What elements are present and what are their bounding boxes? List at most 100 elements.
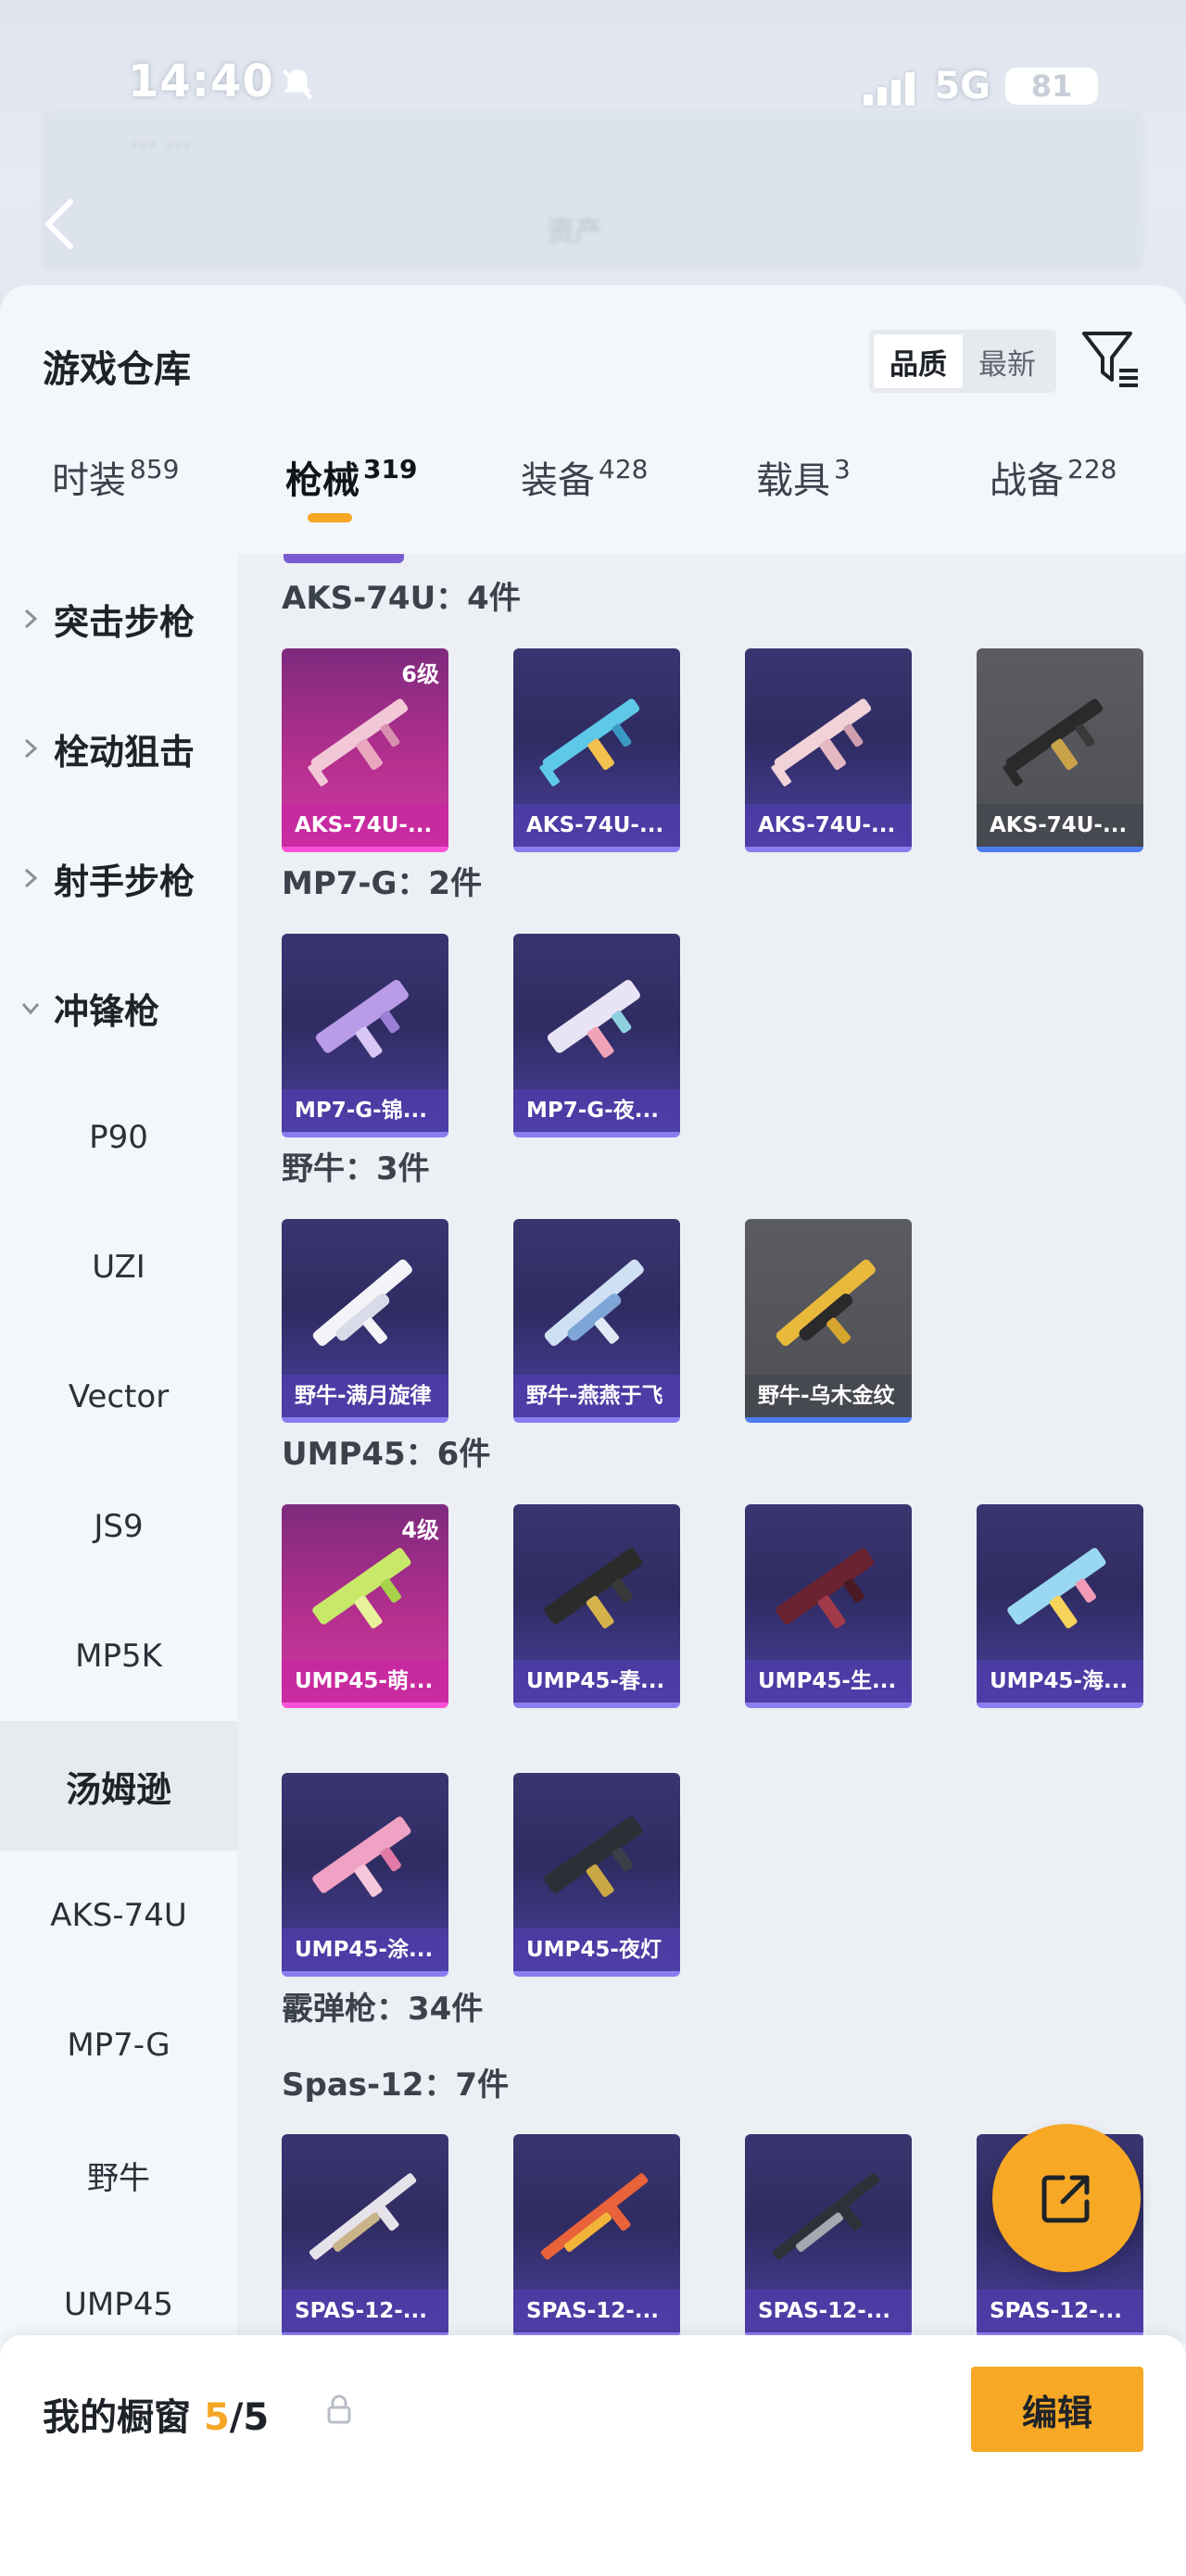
skin-card-label: AKS-74U-... bbox=[977, 804, 1143, 847]
shotgun-icon bbox=[540, 2173, 649, 2260]
smg-icon bbox=[312, 1548, 411, 1628]
skin-card[interactable]: MP7-G-夜... bbox=[513, 934, 680, 1137]
back-arrow-icon[interactable] bbox=[41, 196, 78, 252]
sidebar-item-aks74u[interactable]: AKS-74U bbox=[0, 1851, 237, 1980]
sidebar-item-vector[interactable]: Vector bbox=[0, 1332, 237, 1462]
chevron-down-icon bbox=[21, 1003, 40, 1015]
skin-card[interactable]: SPAS-12-... bbox=[513, 2134, 680, 2338]
sidebar-cat-assault-rifle[interactable]: 突击步枪 bbox=[0, 554, 237, 684]
filter-icon[interactable] bbox=[1079, 326, 1143, 391]
tab-gear[interactable]: 战备 228 bbox=[990, 450, 1117, 535]
chevron-right-icon bbox=[24, 868, 38, 888]
skin-card-label: UMP45-春... bbox=[513, 1660, 680, 1703]
skin-card[interactable]: SPAS-12-... bbox=[282, 2134, 448, 2338]
shotgun-icon bbox=[309, 2173, 417, 2260]
smg-icon bbox=[547, 979, 640, 1058]
skin-card-label: SPAS-12-... bbox=[513, 2290, 680, 2332]
showcase-title: 我的橱窗 5/5 bbox=[43, 2396, 270, 2439]
smg-icon bbox=[315, 979, 409, 1058]
rifle-icon bbox=[539, 698, 640, 786]
skin-card-label: UMP45-夜灯 bbox=[513, 1929, 680, 1971]
tab-equipment[interactable]: 装备 428 bbox=[521, 450, 648, 535]
lock-icon bbox=[327, 2394, 351, 2424]
skin-card-label: AKS-74U-... bbox=[282, 804, 448, 847]
skin-card[interactable]: UMP45-生... bbox=[745, 1504, 912, 1708]
skin-card-label: UMP45-生... bbox=[745, 1660, 912, 1703]
status-right-group: 5G 81 bbox=[864, 65, 1098, 107]
smg-icon bbox=[312, 1816, 411, 1897]
smg-icon bbox=[1007, 1548, 1106, 1628]
skin-card[interactable]: 6级 AKS-74U-... bbox=[282, 648, 448, 852]
skin-card[interactable]: UMP45-夜灯 bbox=[513, 1773, 680, 1977]
share-fab-button[interactable] bbox=[992, 2124, 1141, 2272]
skin-card-label: MP7-G-锦... bbox=[282, 1089, 448, 1132]
chevron-right-icon bbox=[24, 609, 38, 629]
skin-card-label: 野牛-燕燕于飞 bbox=[513, 1375, 680, 1417]
sidebar-item-mp7g[interactable]: MP7-G bbox=[0, 1980, 237, 2110]
smg-icon bbox=[312, 1259, 412, 1346]
group-title-bizon: 野牛：3件 bbox=[282, 1150, 430, 1187]
skin-card-label: AKS-74U-... bbox=[513, 804, 680, 847]
share-export-icon bbox=[1041, 2175, 1090, 2223]
skin-card[interactable]: MP7-G-锦... bbox=[282, 934, 448, 1137]
sidebar-item-js9[interactable]: JS9 bbox=[0, 1462, 237, 1591]
smg-icon bbox=[544, 1548, 643, 1628]
skin-card[interactable]: 野牛-燕燕于飞 bbox=[513, 1219, 680, 1423]
smg-icon bbox=[544, 1816, 643, 1897]
skin-card[interactable]: SPAS-12-... bbox=[745, 2134, 912, 2338]
group-title-aks74u: AKS-74U：4件 bbox=[282, 580, 521, 617]
sidebar-item-bizon[interactable]: 野牛 bbox=[0, 2110, 237, 2240]
smg-icon bbox=[544, 1259, 644, 1346]
skin-card-label: 野牛-满月旋律 bbox=[282, 1375, 448, 1417]
tab-firearms[interactable]: 枪械 319 bbox=[285, 450, 417, 535]
group-title-ump45: UMP45：6件 bbox=[282, 1436, 491, 1473]
showcase-count-current: 5 bbox=[203, 2396, 230, 2439]
sidebar-item-p90[interactable]: P90 bbox=[0, 1073, 237, 1202]
sidebar-item-thompson[interactable]: 汤姆逊 bbox=[0, 1721, 237, 1851]
weapon-category-sidebar: 突击步枪 栓动狙击 射手步枪 冲锋枪 P90 UZI Vector JS9 MP… bbox=[0, 554, 237, 2342]
rifle-icon bbox=[308, 698, 409, 786]
skin-card-label: MP7-G-夜... bbox=[513, 1089, 680, 1132]
skin-card-label: SPAS-12-... bbox=[745, 2290, 912, 2332]
group-title-mp7g: MP7-G：2件 bbox=[282, 865, 483, 902]
weapon-skin-list: AKS-74U：4件 6级 AKS-74U-... AKS-74U-... AK… bbox=[237, 554, 1186, 2342]
edit-button[interactable]: 编辑 bbox=[971, 2367, 1143, 2452]
battery-indicator: 81 bbox=[1005, 68, 1098, 105]
sort-by-quality[interactable]: 品质 bbox=[874, 334, 963, 388]
skin-card-label: SPAS-12-... bbox=[282, 2290, 448, 2332]
skin-card[interactable]: UMP45-涂... bbox=[282, 1773, 448, 1977]
showcase-count-total: /5 bbox=[229, 2396, 270, 2439]
skin-card-label: 野牛-乌木金纹 bbox=[745, 1375, 912, 1417]
skin-card[interactable]: UMP45-春... bbox=[513, 1504, 680, 1708]
skin-card[interactable]: AKS-74U-... bbox=[745, 648, 912, 852]
tab-fashion[interactable]: 时装 859 bbox=[52, 450, 179, 535]
smg-icon bbox=[776, 1548, 875, 1628]
skin-card[interactable]: 野牛-满月旋律 bbox=[282, 1219, 448, 1423]
rifle-icon bbox=[771, 698, 872, 786]
sidebar-cat-marksman-rifle[interactable]: 射手步枪 bbox=[0, 813, 237, 943]
skin-card[interactable]: AKS-74U-... bbox=[977, 648, 1143, 852]
skin-card[interactable]: UMP45-海... bbox=[977, 1504, 1143, 1708]
sort-toggle: 品质 最新 bbox=[869, 330, 1056, 393]
skin-card[interactable]: 野牛-乌木金纹 bbox=[745, 1219, 912, 1423]
skin-card-label: UMP45-涂... bbox=[282, 1929, 448, 1971]
sheet-title: 游戏仓库 bbox=[43, 348, 191, 391]
skin-card[interactable]: 4级 UMP45-萌... bbox=[282, 1504, 448, 1708]
skin-card[interactable]: AKS-74U-... bbox=[513, 648, 680, 852]
showcase-bar: 我的橱窗 5/5 编辑 bbox=[0, 2335, 1186, 2576]
skin-card-label: UMP45-萌... bbox=[282, 1660, 448, 1703]
background-blur-text: ··· ··· bbox=[130, 130, 192, 162]
mute-bell-icon bbox=[282, 69, 313, 100]
rifle-icon bbox=[1003, 698, 1104, 786]
sidebar-item-mp5k[interactable]: MP5K bbox=[0, 1591, 237, 1721]
status-time: 14:40 bbox=[128, 56, 274, 107]
sort-by-newest[interactable]: 最新 bbox=[963, 334, 1052, 388]
sidebar-cat-smg[interactable]: 冲锋枪 bbox=[0, 943, 237, 1073]
sidebar-item-uzi[interactable]: UZI bbox=[0, 1202, 237, 1332]
skin-card-label: AKS-74U-... bbox=[745, 804, 912, 847]
sidebar-cat-bolt-sniper[interactable]: 栓动狙击 bbox=[0, 684, 237, 813]
chevron-right-icon bbox=[24, 738, 38, 759]
tab-vehicles[interactable]: 载具 3 bbox=[756, 450, 851, 535]
skin-card-label: SPAS-12-... bbox=[977, 2290, 1143, 2332]
shotgun-icon bbox=[772, 2173, 880, 2260]
